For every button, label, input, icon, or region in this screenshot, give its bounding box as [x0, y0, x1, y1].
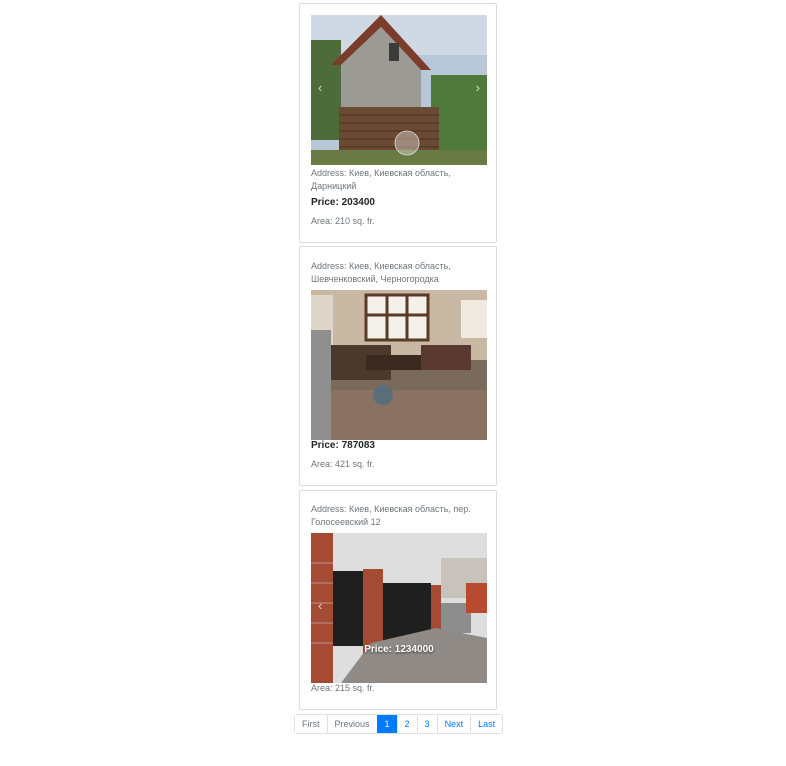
page-first-button[interactable]: First: [295, 715, 327, 733]
listing-price: Price: 203400: [311, 197, 375, 208]
listing-price: Price: 787083: [311, 440, 375, 451]
gate-image: [311, 533, 487, 683]
chevron-left-icon[interactable]: ‹: [318, 599, 322, 613]
pagination: First Previous 1 2 3 Next Last: [294, 714, 504, 734]
page-previous-button[interactable]: Previous: [326, 715, 377, 733]
listing-area: Area: 421 sq. fr.: [311, 459, 375, 469]
house-exterior-image: [311, 15, 487, 165]
page-last-button[interactable]: Last: [470, 715, 503, 733]
listing-card: ‹ › Address: Киев, Киевская область, Дар…: [299, 3, 497, 243]
chevron-right-icon[interactable]: ›: [476, 81, 480, 95]
listing-address: Address: Киев, Киевская область, Дарницк…: [311, 168, 451, 191]
page-3-button[interactable]: 3: [416, 715, 437, 733]
listing-card: Address: Киев, Киевская область, пер. Го…: [299, 490, 497, 710]
chevron-left-icon[interactable]: ‹: [318, 81, 322, 95]
page-2-button[interactable]: 2: [396, 715, 417, 733]
listing-area: Area: 215 sq. fr.: [311, 683, 375, 693]
listing-address: Address: Киев, Киевская область, Шевченк…: [311, 261, 451, 284]
listing-photo-house-exterior[interactable]: ‹ ›: [311, 15, 487, 165]
listing-photo-gate[interactable]: ‹ Price: 1234000: [311, 533, 487, 683]
listing-area: Area: 210 sq. fr.: [311, 216, 375, 226]
listing-photo-interior[interactable]: [311, 290, 487, 440]
listing-card: Address: Киев, Киевская область, Шевченк…: [299, 246, 497, 486]
photo-caption-price: Price: 1234000: [364, 644, 434, 655]
page-1-button[interactable]: 1: [376, 715, 397, 733]
page-next-button[interactable]: Next: [436, 715, 471, 733]
listing-address: Address: Киев, Киевская область, пер. Го…: [311, 504, 471, 527]
interior-image: [311, 290, 487, 440]
